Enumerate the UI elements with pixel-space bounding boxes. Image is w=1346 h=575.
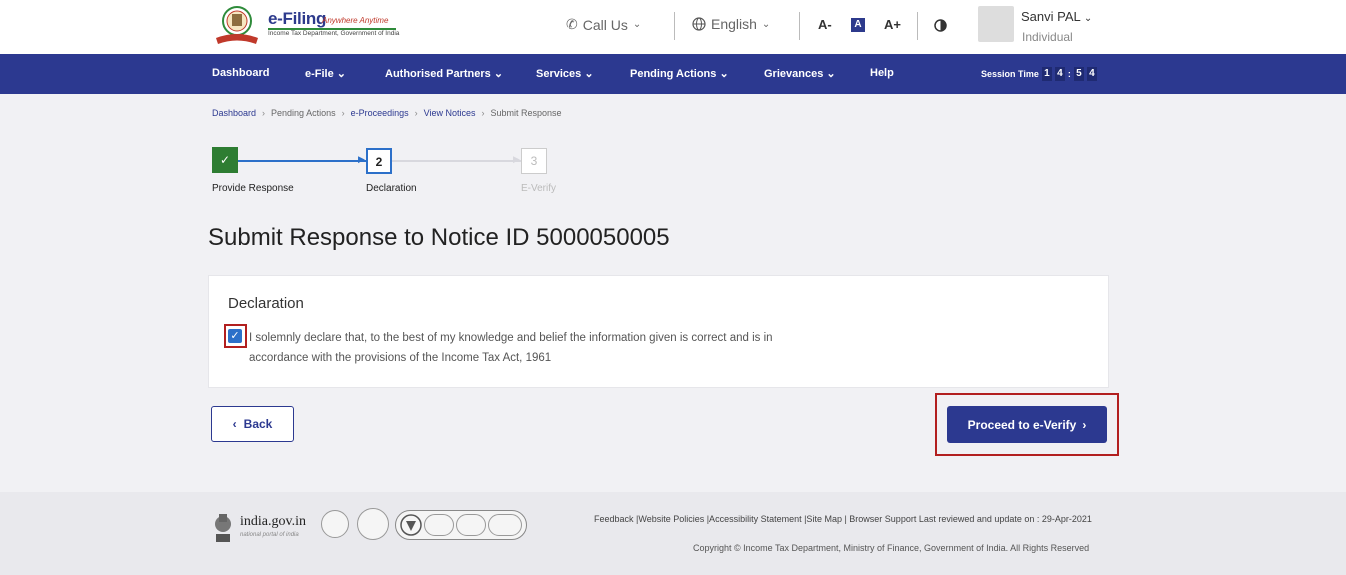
breadcrumb-dashboard[interactable]: Dashboard (212, 108, 256, 118)
session-digit: 4 (1086, 67, 1097, 81)
emblem-icon (216, 6, 258, 44)
globe-icon (692, 17, 706, 31)
user-menu[interactable]: Sanvi PAL ⌄ (1021, 9, 1092, 24)
nav-item-authorised-partners[interactable]: Authorised Partners ⌄ (385, 67, 503, 80)
iso-badges (395, 510, 527, 540)
chevron-down-icon: ⌄ (336, 68, 347, 80)
efiling-logo[interactable]: e-Filing Anywhere Anytime Income Tax Dep… (212, 4, 402, 46)
step-connector (238, 160, 366, 162)
phone-icon: ✆ (566, 16, 578, 32)
user-name: Sanvi PAL (1021, 9, 1081, 24)
chevron-down-icon: ⌄ (826, 68, 836, 80)
chevron-right-icon: › (341, 108, 345, 118)
session-label: Session Time (981, 69, 1039, 79)
main-nav: Dashboard e-File ⌄ Authorised Partners ⌄… (0, 54, 1346, 94)
session-digit: 1 (1041, 67, 1052, 81)
chevron-down-icon: ⌄ (632, 19, 642, 30)
declaration-title: Declaration (228, 295, 304, 312)
nav-item-services[interactable]: Services ⌄ (536, 67, 594, 80)
step-1-complete: ✓ (212, 147, 238, 173)
top-header: e-Filing Anywhere Anytime Income Tax Dep… (0, 0, 1346, 54)
nav-item-pending-actions[interactable]: Pending Actions ⌄ (630, 67, 729, 80)
step-label-e-verify: E-Verify (521, 183, 557, 194)
font-decrease-button[interactable]: A- (818, 17, 832, 32)
chevron-left-icon: ‹ (232, 417, 237, 431)
session-timer: Session Time 1 4 : 5 4 (981, 67, 1097, 81)
language-label: English (711, 16, 757, 32)
check-icon: ✓ (219, 153, 231, 167)
chevron-right-icon: › (414, 108, 418, 118)
chevron-down-icon: ⌄ (761, 18, 771, 30)
back-button[interactable]: ‹ Back (211, 406, 294, 442)
footer: india.gov.in national portal of india Fe… (0, 492, 1346, 575)
call-us-dropdown[interactable]: ✆ Call Us ⌄ (566, 16, 641, 33)
india-gov-text: india.gov.in (240, 514, 306, 529)
nav-item-efile[interactable]: e-File ⌄ (305, 67, 346, 80)
back-label: Back (243, 417, 273, 431)
step-2-active: 2 (366, 148, 392, 174)
brand-name: e-Filing (268, 9, 327, 28)
call-us-label: Call Us (582, 16, 628, 33)
language-dropdown[interactable]: English ⌄ (692, 16, 770, 32)
certification-badge (424, 514, 454, 536)
breadcrumb-submit-response: Submit Response (490, 108, 562, 118)
step-3-inactive: 3 (521, 148, 547, 174)
step-connector (392, 160, 521, 162)
font-increase-button[interactable]: A+ (884, 17, 901, 32)
proceed-label: Proceed to e-Verify (967, 417, 1077, 432)
breadcrumb-view-notices[interactable]: View Notices (424, 108, 476, 118)
india-gov-subtext: national portal of india (240, 532, 299, 538)
divider (917, 12, 918, 40)
chevron-down-icon: ⌄ (1083, 13, 1093, 24)
step-label-declaration: Declaration (366, 183, 417, 194)
contrast-icon[interactable] (934, 19, 947, 32)
session-colon: : (1067, 69, 1071, 79)
footer-links[interactable]: Feedback |Website Policies |Accessibilit… (594, 511, 1104, 527)
arrow-right-icon: ▶ (358, 154, 365, 164)
nav-item-help[interactable]: Help (870, 67, 894, 79)
chevron-down-icon: ⌄ (719, 68, 729, 80)
certification-badge (456, 514, 486, 536)
page-title: Submit Response to Notice ID 5000050005 (208, 224, 670, 251)
breadcrumb-pending-actions: Pending Actions (271, 108, 336, 118)
user-role: Individual (1022, 30, 1073, 44)
nav-item-dashboard[interactable]: Dashboard (212, 67, 269, 79)
chevron-down-icon: ⌄ (493, 68, 504, 80)
certification-badge (488, 514, 522, 536)
chevron-right-icon: › (262, 108, 266, 118)
breadcrumb-e-proceedings[interactable]: e-Proceedings (351, 108, 409, 118)
brand-tagline: Anywhere Anytime (322, 16, 389, 25)
check-icon: ✓ (230, 330, 240, 342)
step-label-provide-response: Provide Response (212, 183, 294, 194)
session-digit: 4 (1054, 67, 1065, 81)
divider (799, 12, 800, 40)
chevron-down-icon: ⌄ (584, 68, 594, 80)
arrow-right-icon: ▶ (513, 154, 520, 164)
nav-item-grievances[interactable]: Grievances ⌄ (764, 67, 836, 80)
certification-badge (321, 510, 349, 538)
india-gov-logo[interactable]: india.gov.in national portal of india (212, 506, 322, 546)
declaration-card: Declaration ✓ I solemnly declare that, t… (208, 275, 1109, 388)
divider (674, 12, 675, 40)
font-normal-button[interactable]: A (851, 18, 865, 32)
declaration-checkbox[interactable]: ✓ (228, 329, 242, 343)
chevron-right-icon: › (481, 108, 485, 118)
lion-capital-icon (215, 514, 231, 542)
proceed-to-everify-button[interactable]: Proceed to e-Verify › (947, 406, 1107, 443)
certification-badge (357, 508, 389, 540)
breadcrumb: Dashboard › Pending Actions › e-Proceedi… (212, 108, 562, 118)
chevron-right-icon: › (1082, 417, 1087, 432)
shield-icon (400, 514, 422, 536)
brand-dept: Income Tax Department, Government of Ind… (268, 30, 400, 37)
copyright-text: Copyright © Income Tax Department, Minis… (693, 543, 1090, 553)
declaration-text: I solemnly declare that, to the best of … (249, 332, 773, 364)
session-digit: 5 (1073, 67, 1084, 81)
avatar[interactable] (978, 6, 1014, 42)
